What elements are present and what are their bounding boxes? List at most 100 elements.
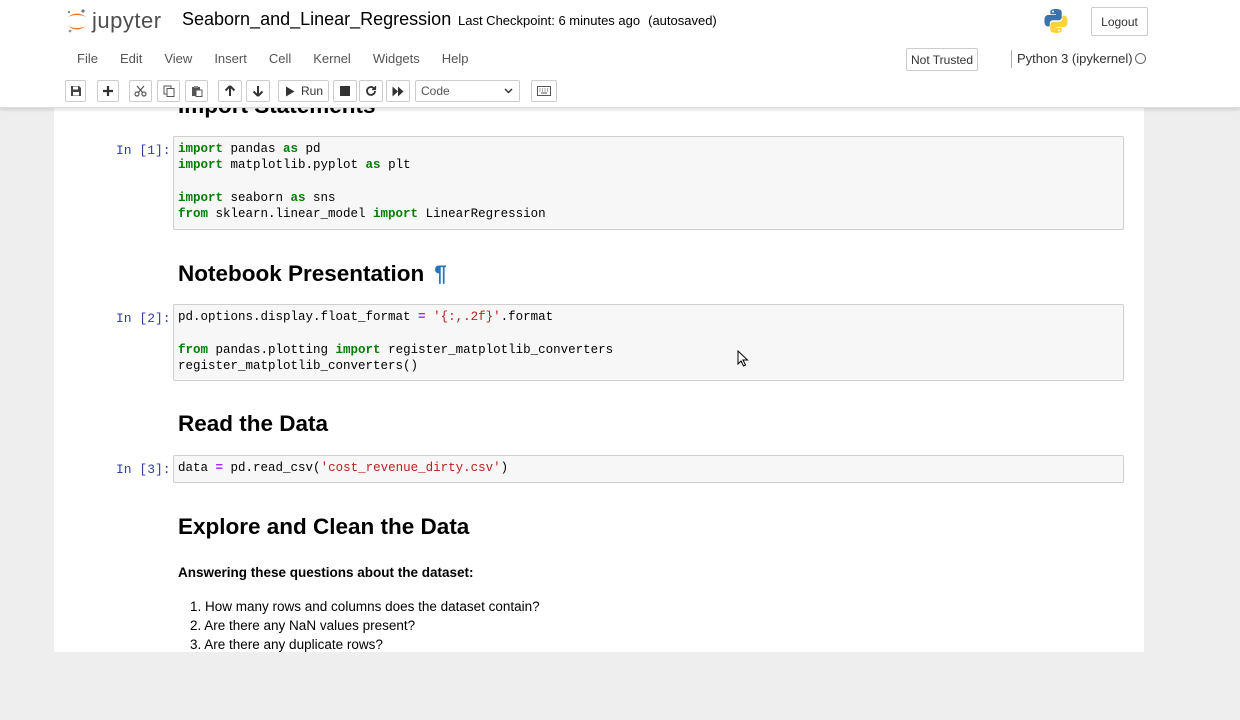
notebook-title[interactable]: Seaborn_and_Linear_Regression <box>182 9 451 30</box>
menu-edit[interactable]: Edit <box>109 42 153 76</box>
code-token: import <box>178 158 224 173</box>
cut-button[interactable] <box>129 80 152 102</box>
interrupt-button[interactable] <box>333 80 357 102</box>
code-line: import pandas as pd <box>178 141 1123 157</box>
menu-view[interactable]: View <box>153 42 203 76</box>
fast-forward-icon <box>392 86 404 96</box>
command-palette-button[interactable] <box>531 80 557 102</box>
question-item: 2. Are there any NaN values present? <box>190 618 416 633</box>
code-token: sns <box>305 190 336 205</box>
code-token: = <box>418 310 426 324</box>
not-trusted-button[interactable]: Not Trusted <box>906 48 978 71</box>
code-token: 'cost_revenue_dirty.csv' <box>320 461 501 475</box>
autosave-text: (autosaved) <box>648 13 717 28</box>
code-token: plt <box>380 158 411 173</box>
code-token: .format <box>500 310 554 324</box>
menu-kernel[interactable]: Kernel <box>302 42 362 76</box>
heading-explore-clean: Explore and Clean the Data <box>178 514 470 539</box>
python-logo-icon <box>1044 9 1068 33</box>
code-token: pd <box>298 142 321 156</box>
code-token: import <box>178 190 224 205</box>
code-token: from <box>178 207 209 222</box>
cut-icon <box>134 85 147 97</box>
copy-button[interactable] <box>157 80 180 102</box>
code-token: import <box>335 342 381 357</box>
insert-cell-button[interactable] <box>97 80 119 102</box>
code-token: data <box>178 461 216 475</box>
move-up-button[interactable] <box>218 80 242 102</box>
save-button[interactable] <box>65 80 86 102</box>
run-icon <box>286 86 295 96</box>
cell-type-value: Code <box>421 84 450 98</box>
code-token: sklearn.linear_model <box>208 207 374 222</box>
code-token: pd.read_csv( <box>223 461 321 475</box>
code-token: = <box>215 461 224 475</box>
menu-widgets[interactable]: Widgets <box>362 42 431 76</box>
checkpoint-text: Last Checkpoint: 6 minutes ago <box>458 13 641 28</box>
jupyter-logo[interactable]: jupyter <box>66 6 162 36</box>
code-line: import matplotlib.pyplot as plt <box>178 157 1123 173</box>
question-item: 3. Are there any duplicate rows? <box>190 637 383 652</box>
code-token: from <box>178 342 209 357</box>
code-token: seaborn <box>223 190 291 205</box>
stop-icon <box>340 86 350 96</box>
heading-read-data: Read the Data <box>178 411 329 436</box>
menu-file[interactable]: File <box>66 42 109 76</box>
jupyter-logo-icon <box>68 9 86 33</box>
heading-notebook-presentation: Notebook Presentation ¶ <box>178 261 447 287</box>
kernel-idle-indicator-icon <box>1135 53 1146 64</box>
chevron-down-icon <box>504 88 513 94</box>
cell-3-prompt: In [3]: <box>116 462 171 477</box>
menu-help[interactable]: Help <box>431 42 480 76</box>
keyboard-icon <box>537 86 551 96</box>
code-cell-3[interactable]: data = pd.read_csv('cost_revenue_dirty.c… <box>173 455 1124 483</box>
heading-notebook-presentation-text: Notebook Presentation <box>178 261 425 286</box>
code-token: import <box>178 142 224 156</box>
logout-button[interactable]: Logout <box>1091 7 1148 36</box>
code-line: from sklearn.linear_model import LinearR… <box>178 206 1123 222</box>
questions-list: 1. How many rows and columns does the da… <box>190 597 540 652</box>
menu-cell[interactable]: Cell <box>258 42 302 76</box>
code-line: pd.options.display.float_format = '{:,.2… <box>178 309 1123 325</box>
code-token: as <box>290 190 306 205</box>
run-label: Run <box>301 84 324 98</box>
paste-button[interactable] <box>185 80 208 102</box>
code-token: register_matplotlib_converters() <box>178 358 419 373</box>
save-icon <box>70 86 81 96</box>
code-token: pandas <box>223 142 284 156</box>
code-line: import seaborn as sns <box>178 190 1123 206</box>
code-token: '{:,.2f}' <box>433 310 501 324</box>
code-token: as <box>283 142 299 156</box>
copy-icon <box>163 85 174 97</box>
header-bar: jupyter Seaborn_and_Linear_Regression La… <box>0 0 1240 42</box>
kernel-name[interactable]: Python 3 (ipykernel) <box>1011 50 1133 68</box>
code-token: ) <box>500 461 509 475</box>
logo-text: jupyter <box>92 8 162 33</box>
question-item: 1. How many rows and columns does the da… <box>190 599 540 614</box>
cell-type-select[interactable]: Code <box>415 80 520 102</box>
menu-insert[interactable]: Insert <box>203 42 258 76</box>
mouse-cursor-icon <box>737 350 749 367</box>
restart-icon <box>366 86 377 96</box>
move-down-button[interactable] <box>246 80 270 102</box>
code-line: data = pd.read_csv('cost_revenue_dirty.c… <box>178 460 1123 476</box>
questions-intro: Answering these questions about the data… <box>178 565 474 580</box>
arrow-down-icon <box>252 86 264 97</box>
code-cell-1[interactable]: import pandas as pd import matplotlib.pyp… <box>173 136 1124 230</box>
run-button[interactable]: Run <box>278 80 329 102</box>
restart-button[interactable] <box>359 80 383 102</box>
code-token: as <box>365 158 381 173</box>
cell-1-prompt: In [1]: <box>116 143 171 158</box>
code-cell-2[interactable]: pd.options.display.float_format = '{:,.2… <box>173 304 1124 381</box>
arrow-up-icon <box>224 85 236 96</box>
plus-icon <box>103 86 113 96</box>
restart-run-all-button[interactable] <box>386 80 410 102</box>
paste-icon <box>191 86 202 97</box>
heading-import-statements: Import Statements <box>178 107 376 119</box>
main-menu: File Edit View Insert Cell Kernel Widget… <box>66 42 480 76</box>
cell-2-prompt: In [2]: <box>116 311 171 326</box>
anchor-link-icon[interactable]: ¶ <box>434 261 447 286</box>
code-token: pd.options.display.float_format <box>178 310 419 324</box>
